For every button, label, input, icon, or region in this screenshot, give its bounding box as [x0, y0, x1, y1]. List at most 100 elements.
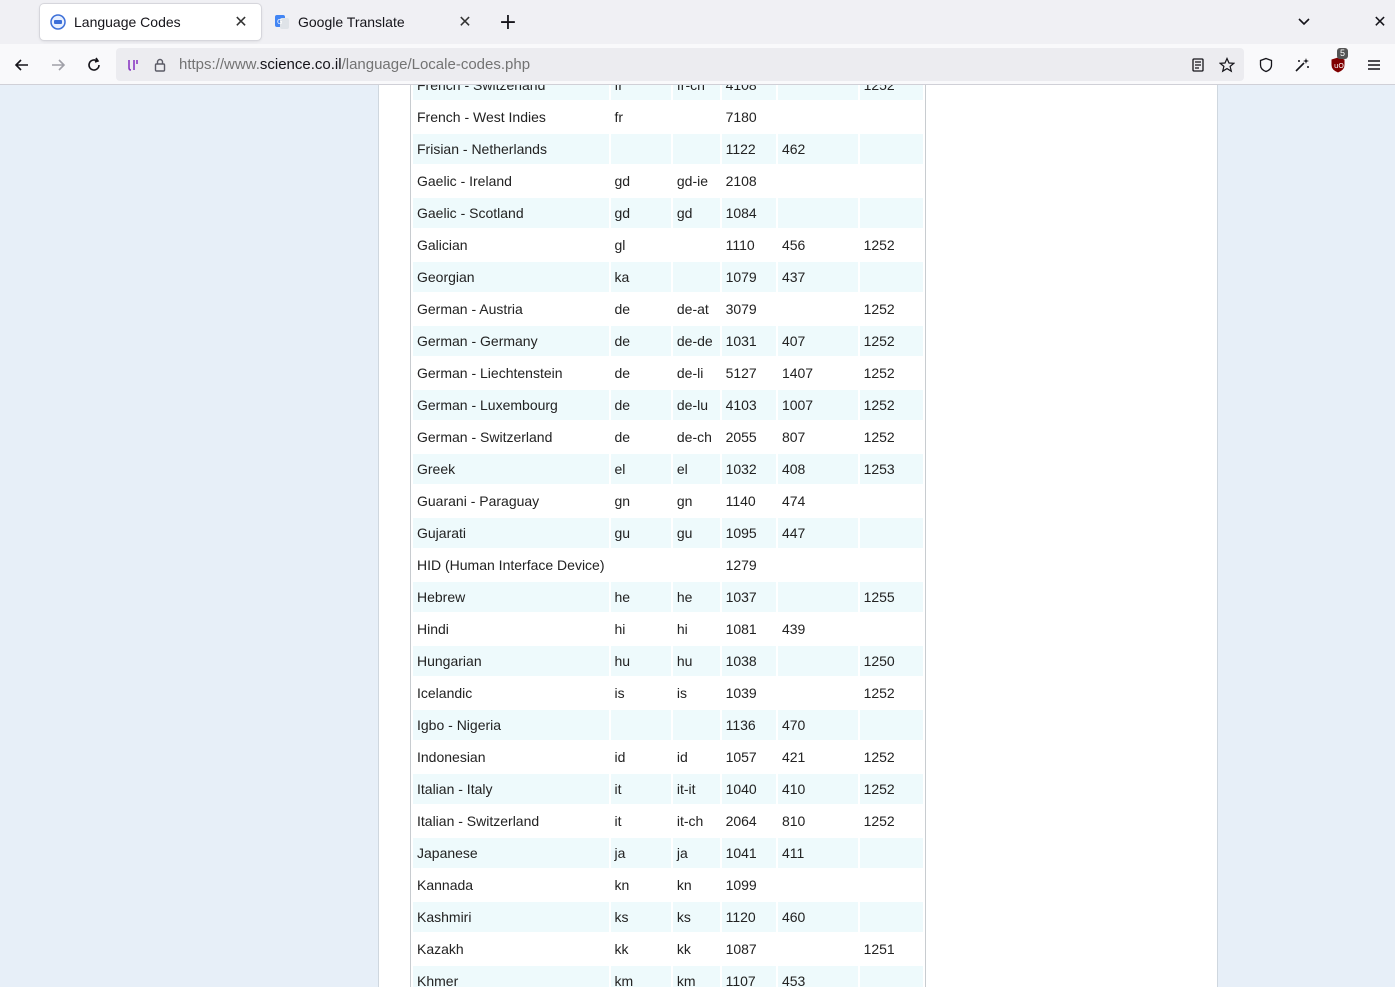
culture-code-cell: de-li — [676, 365, 704, 381]
tab-google-translate[interactable]: G Google Translate ✕ — [264, 4, 485, 40]
language-name-cell: Japanese — [413, 838, 609, 868]
culture-code-cell: id — [676, 749, 688, 765]
extension-magic-icon[interactable] — [1288, 51, 1316, 79]
codepage-cell — [860, 166, 923, 196]
table-row: Hindi hi hi 1081 439 — [413, 614, 923, 644]
table-row: German - Switzerland de de-ch 2055 807 1252 — [413, 422, 923, 452]
lock-icon[interactable] — [149, 54, 171, 76]
language-name-cell: Gujarati — [413, 518, 609, 548]
iso-639-1-cell: he — [610, 582, 671, 612]
lcid-hex-cell: 460 — [777, 902, 858, 932]
svg-text:uO: uO — [1334, 62, 1344, 70]
culture-code-cell: hi — [676, 621, 688, 637]
lcid-decimal-cell: 1107 — [721, 966, 776, 987]
url-text[interactable]: https://www.science.co.il/language/Local… — [179, 56, 530, 73]
language-name-cell: German - Switzerland — [417, 429, 553, 445]
lcid-hex-cell — [777, 85, 858, 100]
iso-639-1-cell: gd — [614, 173, 631, 189]
codepage-cell: 1252 — [863, 749, 895, 765]
lcid-hex-cell: 439 — [781, 621, 806, 637]
codepage-cell: 1250 — [859, 646, 923, 676]
lcid-decimal-cell: 1032 — [721, 454, 776, 484]
content-column: French - Switzerland fr fr-ch 4108 1252 Frenc… — [378, 85, 1218, 987]
tracking-permissions-icon[interactable] — [122, 54, 144, 76]
lcid-decimal-cell: 4103 — [721, 390, 776, 420]
codepage-cell — [860, 486, 923, 516]
bookmark-star-icon[interactable] — [1216, 54, 1238, 76]
table-row: German - Germany de de-de 1031 407 1252 — [413, 326, 923, 356]
window-close-icon[interactable]: ✕ — [1368, 10, 1392, 34]
iso-639-1-cell: it — [614, 813, 622, 829]
iso-639-1-cell: gl — [614, 237, 626, 253]
table-row: French - West Indies fr 7180 — [413, 102, 923, 132]
culture-code-cell: de-lu — [672, 390, 720, 420]
new-tab-button[interactable]: + — [496, 10, 520, 35]
lcid-decimal-cell: 1038 — [721, 646, 776, 676]
codepage-cell: 1252 — [859, 390, 923, 420]
lcid-hex-cell — [778, 102, 858, 132]
address-bar[interactable]: https://www.science.co.il/language/Local… — [116, 48, 1244, 81]
culture-code-cell: gn — [676, 493, 693, 509]
table-row: Igbo - Nigeria 1136 470 — [413, 710, 923, 740]
iso-639-1-cell: hi — [614, 621, 626, 637]
iso-639-1-cell: it — [610, 774, 671, 804]
ublock-origin-icon[interactable]: uO 5 — [1324, 48, 1352, 79]
lcid-decimal-cell: 1095 — [721, 518, 776, 548]
culture-code-cell: hu — [672, 646, 720, 676]
close-tab-icon[interactable]: ✕ — [231, 12, 251, 32]
tracking-protection-shield-icon[interactable] — [1252, 51, 1280, 79]
table-row: Frisian - Netherlands 1122 462 — [413, 134, 923, 164]
codepage-cell — [859, 198, 923, 228]
codepage-cell: 1251 — [863, 941, 895, 957]
lcid-hex-cell: 470 — [777, 710, 858, 740]
culture-code-cell: el — [672, 454, 720, 484]
reload-button[interactable] — [80, 51, 108, 79]
language-name-cell: Icelandic — [417, 685, 473, 701]
culture-code-cell — [672, 134, 720, 164]
back-button[interactable] — [8, 51, 36, 79]
table-row: Japanese ja ja 1041 411 — [413, 838, 923, 868]
language-name-cell: Italian - Italy — [413, 774, 609, 804]
lcid-hex-cell — [778, 678, 858, 708]
culture-code-cell: is — [676, 685, 688, 701]
language-name-cell: Hindi — [417, 621, 449, 637]
iso-639-1-cell: hu — [610, 646, 671, 676]
language-name-cell: Kannada — [417, 877, 474, 893]
iso-639-1-cell: de — [610, 390, 671, 420]
lcid-decimal-cell: 1140 — [725, 493, 756, 509]
reader-view-icon[interactable] — [1187, 54, 1209, 76]
codepage-cell — [860, 550, 923, 580]
language-name-cell: Georgian — [413, 262, 609, 292]
language-name-cell: Guarani - Paraguay — [417, 493, 540, 509]
codepage-cell: 1252 — [863, 429, 895, 445]
app-menu-icon[interactable] — [1360, 51, 1388, 79]
iso-639-1-cell: kk — [614, 941, 629, 957]
lcid-decimal-cell: 1099 — [725, 877, 757, 893]
culture-code-cell — [673, 230, 720, 260]
table-row: Kashmiri ks ks 1120 460 — [413, 902, 923, 932]
forward-button[interactable] — [44, 51, 72, 79]
lcid-hex-cell: 474 — [781, 493, 806, 509]
codepage-cell: 1252 — [863, 301, 895, 317]
tab-language-codes[interactable]: Language Codes ✕ — [40, 4, 261, 40]
close-tab-icon[interactable]: ✕ — [455, 12, 475, 32]
language-name-cell: Gaelic - Scotland — [413, 198, 609, 228]
list-all-tabs-icon[interactable] — [1292, 10, 1316, 34]
codepage-cell: 1252 — [859, 85, 923, 100]
table-row: German - Liechtenstein de de-li 5127 1407 125… — [413, 358, 923, 388]
lcid-decimal-cell: 2064 — [725, 813, 757, 829]
page-viewport[interactable]: French - Switzerland fr fr-ch 4108 1252 Frenc… — [0, 85, 1395, 987]
lcid-decimal-cell: 1031 — [721, 326, 776, 356]
table-row: Icelandic is is 1039 1252 — [413, 678, 923, 708]
codepage-cell: 1252 — [863, 237, 895, 253]
lcid-decimal-cell: 1122 — [721, 134, 776, 164]
lcid-hex-cell: 407 — [777, 326, 858, 356]
language-name-cell: Hebrew — [413, 582, 609, 612]
language-name-cell: French - Switzerland — [413, 85, 609, 100]
language-name-cell: Greek — [413, 454, 609, 484]
iso-639-1-cell: km — [610, 966, 671, 987]
language-name-cell: German - Luxembourg — [413, 390, 609, 420]
codepage-cell — [859, 966, 923, 987]
lcid-decimal-cell: 1136 — [721, 710, 776, 740]
table-row: Galician gl 1110 456 1252 — [413, 230, 923, 260]
